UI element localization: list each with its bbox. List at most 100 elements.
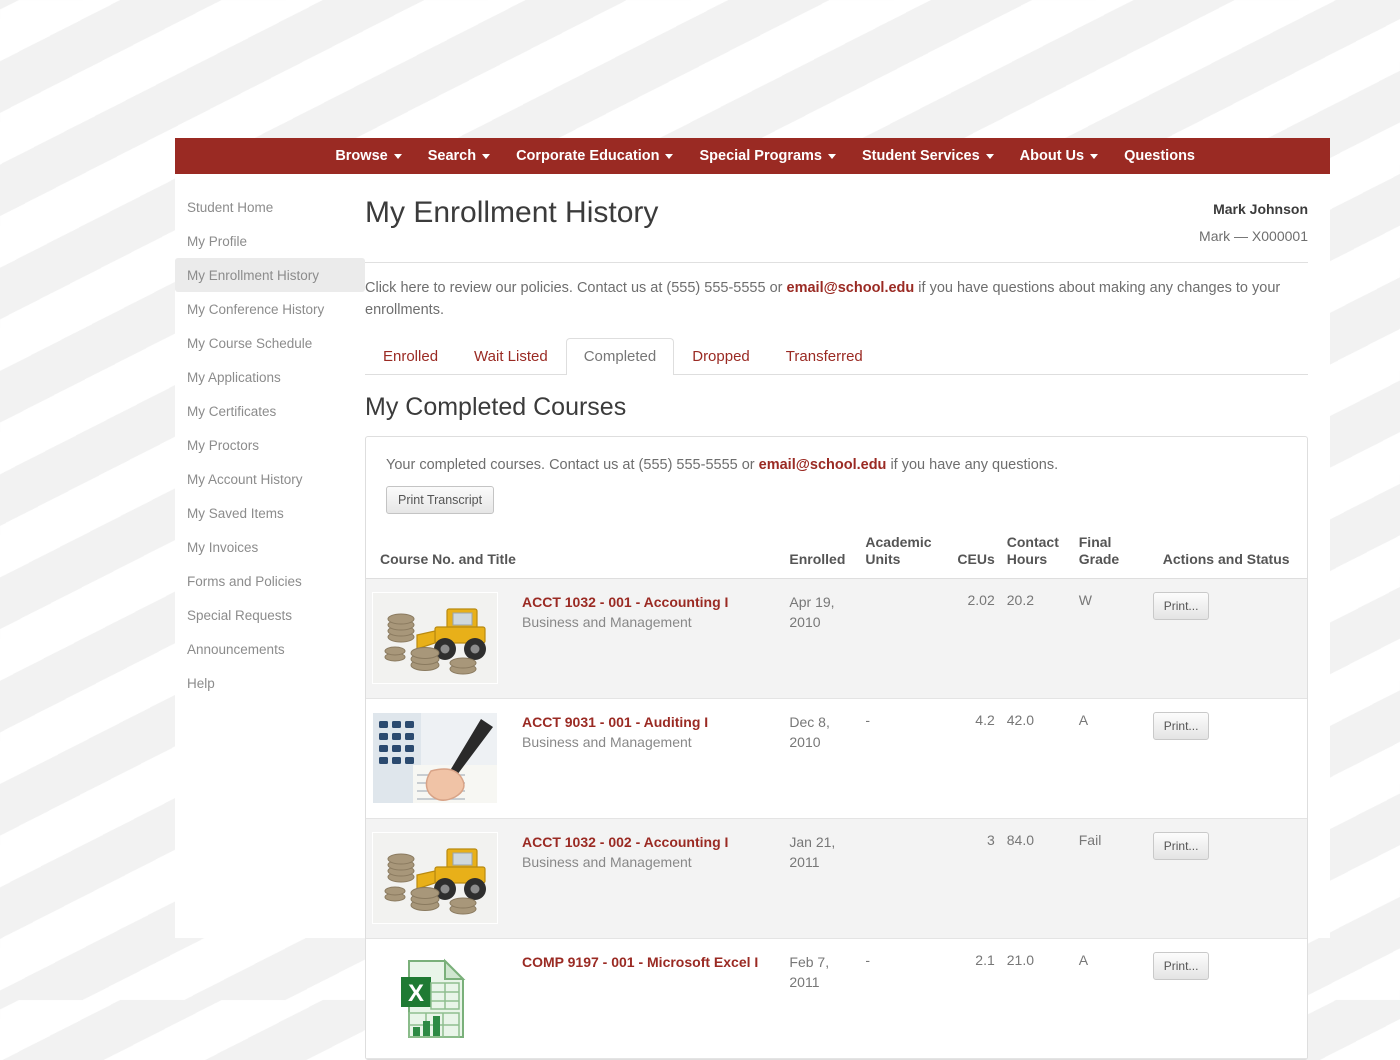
- column-header-final-grade: Final Grade: [1073, 534, 1147, 579]
- sidebar-item-forms-and-policies[interactable]: Forms and Policies: [175, 564, 365, 598]
- sidebar-item-label: My Account History: [187, 472, 303, 487]
- sidebar-item-label: My Conference History: [187, 302, 324, 317]
- sidebar-item-label: Help: [187, 676, 215, 691]
- table-body: ACCT 1032 - 001 - Accounting I Business a…: [366, 578, 1307, 1058]
- tab-dropped[interactable]: Dropped: [674, 338, 768, 375]
- panel-email-link[interactable]: email@school.edu: [759, 457, 887, 473]
- sidebar-item-help[interactable]: Help: [175, 666, 365, 700]
- ceus-cell: 2.02: [951, 578, 1000, 698]
- nav-item-special-programs[interactable]: Special Programs: [686, 149, 849, 164]
- sidebar-navigation: Student Home My Profile My Enrollment Hist…: [175, 174, 365, 1060]
- course-title-link[interactable]: COMP 9197 - 001 - Microsoft Excel I: [522, 952, 777, 972]
- tab-wait-listed[interactable]: Wait Listed: [456, 338, 566, 375]
- sidebar-item-my-proctors[interactable]: My Proctors: [175, 428, 365, 462]
- print-transcript-button[interactable]: Print Transcript: [386, 486, 494, 514]
- tab-completed[interactable]: Completed: [566, 338, 675, 375]
- ceus-cell: 2.1: [951, 938, 1000, 1058]
- tab-enrolled[interactable]: Enrolled: [365, 338, 456, 375]
- header-divider: [365, 262, 1308, 263]
- nav-item-search[interactable]: Search: [415, 149, 503, 164]
- course-title-cell: ACCT 1032 - 001 - Accounting I Business a…: [516, 578, 783, 698]
- print-button[interactable]: Print...: [1153, 712, 1210, 740]
- actions-cell: Print...: [1147, 818, 1307, 938]
- page-header: My Enrollment History Mark Johnson Mark …: [365, 196, 1308, 244]
- nav-item-about-us[interactable]: About Us: [1007, 149, 1111, 164]
- sidebar-item-my-certificates[interactable]: My Certificates: [175, 394, 365, 428]
- enrolled-date-line2: 2011: [789, 972, 853, 992]
- actions-cell: Print...: [1147, 578, 1307, 698]
- enrolled-date-line2: 2010: [789, 612, 853, 632]
- academic-units-cell: [859, 818, 951, 938]
- nav-item-questions[interactable]: Questions: [1111, 149, 1208, 164]
- final-grade-line1: Final: [1079, 534, 1112, 550]
- sidebar-item-label: My Certificates: [187, 404, 276, 419]
- page-title: My Enrollment History: [365, 196, 658, 231]
- sidebar-item-student-home[interactable]: Student Home: [175, 190, 365, 224]
- academic-units-cell: -: [859, 698, 951, 818]
- final-grade-cell: A: [1073, 938, 1147, 1058]
- table-row: ACCT 1032 - 002 - Accounting IBusiness a…: [366, 818, 1307, 938]
- calculator-pen-photo-icon: [372, 712, 498, 804]
- section-title: My Completed Courses: [365, 393, 1308, 422]
- column-header-ceus: CEUs: [951, 534, 1000, 579]
- contact-hours-cell: 20.2: [1001, 578, 1073, 698]
- nav-item-browse[interactable]: Browse: [322, 149, 414, 164]
- sidebar-item-my-invoices[interactable]: My Invoices: [175, 530, 365, 564]
- print-button[interactable]: Print...: [1153, 592, 1210, 620]
- chevron-down-icon: [665, 154, 673, 159]
- sidebar-item-my-account-history[interactable]: My Account History: [175, 462, 365, 496]
- chevron-down-icon: [394, 154, 402, 159]
- tab-label: Transferred: [786, 348, 863, 365]
- nav-item-corporate-education[interactable]: Corporate Education: [503, 149, 686, 164]
- user-name: Mark Johnson: [1199, 201, 1308, 217]
- course-title-link[interactable]: ACCT 9031 - 001 - Auditing I: [522, 712, 777, 732]
- actions-cell: Print...: [1147, 938, 1307, 1058]
- final-grade-cell: Fail: [1073, 818, 1147, 938]
- user-id: Mark — X000001: [1199, 228, 1308, 244]
- construction-coins-photo-icon: [372, 832, 498, 924]
- enrolled-date-cell: Dec 8,2010: [783, 698, 859, 818]
- sidebar-item-my-course-schedule[interactable]: My Course Schedule: [175, 326, 365, 360]
- course-subject: Business and Management: [522, 614, 777, 630]
- sidebar-item-my-profile[interactable]: My Profile: [175, 224, 365, 258]
- page-container: BrowseSearchCorporate EducationSpecial P…: [175, 138, 1330, 938]
- main-navigation-bar: BrowseSearchCorporate EducationSpecial P…: [175, 138, 1330, 174]
- print-button[interactable]: Print...: [1153, 832, 1210, 860]
- excel-document-icon: X: [372, 952, 498, 1044]
- print-button[interactable]: Print...: [1153, 952, 1210, 980]
- sidebar-item-special-requests[interactable]: Special Requests: [175, 598, 365, 632]
- chevron-down-icon: [482, 154, 490, 159]
- sidebar-item-my-enrollment-history[interactable]: My Enrollment History: [175, 258, 365, 292]
- sidebar-item-announcements[interactable]: Announcements: [175, 632, 365, 666]
- panel-header: Your completed courses. Contact us at (5…: [366, 437, 1307, 514]
- enrollment-tabs: EnrolledWait ListedCompleted Dropped Trans…: [365, 338, 1308, 375]
- ceus-cell: 4.2: [951, 698, 1000, 818]
- enrolled-date-line1: Feb 7,: [789, 952, 853, 972]
- course-title-link[interactable]: ACCT 1032 - 001 - Accounting I: [522, 592, 777, 612]
- sidebar-item-label: My Profile: [187, 234, 247, 249]
- enrolled-date-cell: Feb 7,2011: [783, 938, 859, 1058]
- course-thumbnail-cell: [366, 818, 516, 938]
- completed-courses-panel: Your completed courses. Contact us at (5…: [365, 436, 1308, 1060]
- table-header: Course No. and Title Enrolled Academic U…: [366, 534, 1307, 579]
- sidebar-item-label: Forms and Policies: [187, 574, 302, 589]
- tab-label: Dropped: [692, 348, 750, 365]
- intro-text-before: Click here to review our policies. Conta…: [365, 280, 787, 296]
- enrolled-date-line1: Apr 19,: [789, 592, 853, 612]
- course-thumbnail-cell: [366, 578, 516, 698]
- course-title-cell: ACCT 9031 - 001 - Auditing IBusiness and…: [516, 698, 783, 818]
- academic-units-line2: Units: [865, 551, 900, 567]
- sidebar-item-my-saved-items[interactable]: My Saved Items: [175, 496, 365, 530]
- course-title-link[interactable]: ACCT 1032 - 002 - Accounting I: [522, 832, 777, 852]
- course-title-cell: COMP 9197 - 001 - Microsoft Excel I: [516, 938, 783, 1058]
- main-content: My Enrollment History Mark Johnson Mark …: [365, 174, 1330, 1060]
- sidebar-item-my-applications[interactable]: My Applications: [175, 360, 365, 394]
- sidebar-item-my-conference-history[interactable]: My Conference History: [175, 292, 365, 326]
- panel-note: Your completed courses. Contact us at (5…: [386, 457, 1287, 473]
- email-link[interactable]: email@school.edu: [787, 280, 915, 296]
- final-grade-line2: Grade: [1079, 551, 1119, 567]
- nav-item-student-services[interactable]: Student Services: [849, 149, 1007, 164]
- tab-transferred[interactable]: Transferred: [768, 338, 881, 375]
- enrolled-date-line1: Dec 8,: [789, 712, 853, 732]
- final-grade-cell: A: [1073, 698, 1147, 818]
